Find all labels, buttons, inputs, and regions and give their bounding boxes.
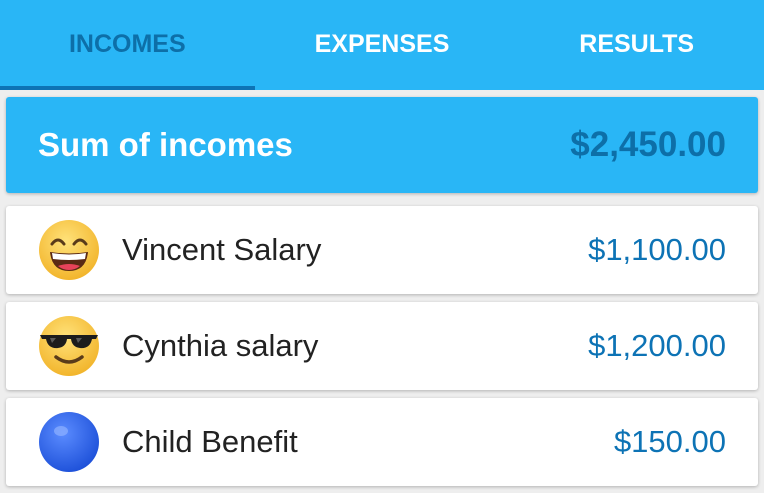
tab-bar: INCOMES EXPENSES RESULTS (0, 0, 764, 90)
income-item-child-benefit[interactable]: Child Benefit $150.00 (6, 398, 758, 486)
tab-results[interactable]: RESULTS (509, 0, 764, 90)
summary-label: Sum of incomes (38, 126, 293, 163)
income-item-vincent-salary[interactable]: Vincent Salary $1,100.00 (6, 206, 758, 294)
income-amount: $1,200.00 (588, 328, 726, 363)
summary-total: $2,450.00 (570, 125, 726, 164)
income-name: Vincent Salary (122, 232, 322, 267)
sunglasses-face-icon (39, 316, 99, 376)
income-summary-card: Sum of incomes $2,450.00 (6, 97, 758, 193)
income-name: Child Benefit (122, 424, 298, 459)
income-amount: $1,100.00 (588, 232, 726, 267)
income-amount: $150.00 (613, 424, 726, 459)
tab-expenses[interactable]: EXPENSES (255, 0, 510, 90)
tab-incomes[interactable]: INCOMES (0, 0, 255, 90)
grinning-face-icon (39, 220, 99, 280)
income-item-cynthia-salary[interactable]: Cynthia salary $1,200.00 (6, 302, 758, 390)
blue-circle-icon (39, 412, 99, 472)
income-name: Cynthia salary (122, 328, 319, 363)
